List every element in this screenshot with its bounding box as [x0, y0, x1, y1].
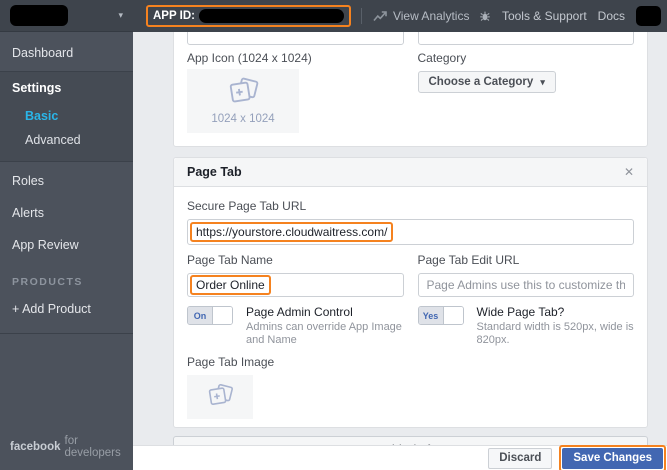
- sidebar-products-header: PRODUCTS: [0, 261, 133, 293]
- footer-action-bar: Discard Save Changes: [133, 445, 667, 470]
- topbar-divider: [361, 8, 362, 24]
- edit-url-column: Page Tab Edit URL: [418, 253, 635, 297]
- app-id-label: APP ID:: [153, 10, 195, 22]
- discard-button[interactable]: Discard: [488, 448, 552, 469]
- page-tab-image-upload[interactable]: [187, 375, 253, 419]
- sidebar-item-settings-basic[interactable]: Basic: [0, 104, 133, 128]
- analytics-trend-icon: [373, 11, 387, 22]
- annotation-secure-url: https://yourstore.cloudwaitress.com/: [190, 222, 393, 242]
- sidebar-nav: Dashboard Settings Basic Advanced Roles …: [0, 32, 133, 425]
- topbar: APP ID: View Analytics Tools & Suppo: [133, 0, 667, 32]
- toggle-on-label: On: [188, 307, 212, 324]
- category-label: Category: [418, 51, 635, 65]
- close-icon[interactable]: ✕: [624, 166, 634, 178]
- choose-category-button[interactable]: Choose a Category ▾: [418, 71, 556, 93]
- page-tab-name-value: Order Online: [196, 278, 265, 292]
- bug-icon: [479, 10, 491, 22]
- page-tab-name-input[interactable]: Order Online: [187, 273, 404, 297]
- caret-down-icon: ▾: [540, 78, 545, 87]
- settings-content[interactable]: App Icon (1024 x 1024) 1024 x 1024: [133, 32, 667, 445]
- sidebar-item-dashboard[interactable]: Dashboard: [0, 37, 133, 69]
- app-window: ▾ Dashboard Settings Basic Advanced Role…: [0, 0, 667, 470]
- page-admin-control-label: Page Admin Control: [246, 305, 404, 319]
- annotation-save-changes: Save Changes: [559, 445, 666, 470]
- secure-url-label: Secure Page Tab URL: [187, 199, 634, 213]
- page-admin-control-row: On Page Admin Control Admins can overrid…: [187, 305, 404, 347]
- sidebar-divider: [0, 333, 133, 334]
- wide-page-tab-description: Standard width is 520px, wide is 820px.: [477, 321, 635, 347]
- app-icon-upload[interactable]: 1024 x 1024: [187, 69, 299, 133]
- page-tab-header: Page Tab ✕: [174, 158, 647, 187]
- save-changes-button[interactable]: Save Changes: [562, 448, 663, 469]
- toggle-knob: [443, 307, 463, 324]
- tools-support-link[interactable]: Tools & Support: [502, 9, 587, 23]
- facebook-wordmark: facebook: [10, 441, 61, 453]
- clipped-inputs-row: [187, 32, 634, 45]
- toggle-yes-label: Yes: [419, 307, 443, 324]
- choose-category-label: Choose a Category: [429, 76, 534, 88]
- wide-page-tab-toggle[interactable]: Yes: [418, 306, 464, 325]
- sidebar-item-settings[interactable]: Settings: [0, 72, 133, 104]
- edit-url-input[interactable]: [418, 273, 635, 297]
- app-id-redacted: [199, 9, 344, 23]
- annotation-app-id: APP ID:: [146, 5, 351, 27]
- app-icon-size-text: 1024 x 1024: [211, 113, 274, 125]
- annotation-page-tab-name: Order Online: [190, 275, 271, 295]
- sidebar-item-roles[interactable]: Roles: [0, 165, 133, 197]
- photo-stack-icon: [204, 383, 236, 411]
- page-tab-name-label: Page Tab Name: [187, 253, 404, 267]
- sidebar-item-alerts[interactable]: Alerts: [0, 197, 133, 229]
- secure-url-input[interactable]: https://yourstore.cloudwaitress.com/: [187, 219, 634, 245]
- chevron-down-icon[interactable]: ▾: [118, 11, 123, 20]
- wide-page-tab-row: Yes Wide Page Tab? Standard width is 520…: [418, 305, 635, 347]
- photo-stack-icon: [224, 77, 262, 109]
- for-developers-text: for developers: [65, 435, 121, 459]
- sidebar-item-settings-advanced[interactable]: Advanced: [0, 128, 133, 152]
- page-tab-title: Page Tab: [187, 165, 242, 179]
- clipped-text-input-right[interactable]: [418, 32, 635, 45]
- sidebar-settings-group: Settings Basic Advanced: [0, 71, 133, 162]
- clipped-text-input-left[interactable]: [187, 32, 404, 45]
- account-redacted[interactable]: [636, 6, 661, 26]
- sidebar-item-add-product[interactable]: + Add Product: [0, 293, 133, 325]
- page-tab-image-label: Page Tab Image: [187, 355, 634, 369]
- topbar-right: Tools & Support Docs: [479, 6, 661, 26]
- toggle-knob: [212, 307, 232, 324]
- page-tab-panel: Page Tab ✕ Secure Page Tab URL https://y…: [173, 157, 648, 428]
- wide-page-tab-label: Wide Page Tab?: [477, 305, 635, 319]
- add-platform-button[interactable]: + Add Platform: [173, 436, 648, 445]
- docs-link[interactable]: Docs: [598, 9, 625, 23]
- edit-url-label: Page Tab Edit URL: [418, 253, 635, 267]
- app-settings-panel: App Icon (1024 x 1024) 1024 x 1024: [173, 32, 648, 147]
- sidebar-app-selector[interactable]: ▾: [0, 0, 133, 32]
- page-tab-body: Secure Page Tab URL https://yourstore.cl…: [174, 187, 647, 427]
- app-icon-label: App Icon (1024 x 1024): [187, 51, 404, 65]
- app-name-redacted: [10, 5, 68, 26]
- secure-url-value: https://yourstore.cloudwaitress.com/: [196, 225, 387, 239]
- sidebar: ▾ Dashboard Settings Basic Advanced Role…: [0, 0, 133, 470]
- sidebar-item-app-review[interactable]: App Review: [0, 229, 133, 261]
- main-area: APP ID: View Analytics Tools & Suppo: [133, 0, 667, 470]
- category-column: Category Choose a Category ▾: [418, 45, 635, 133]
- view-analytics-link[interactable]: View Analytics: [393, 9, 469, 23]
- developers-logo: facebook for developers: [0, 425, 133, 470]
- page-tab-name-column: Page Tab Name Order Online: [187, 253, 404, 297]
- page-admin-control-toggle[interactable]: On: [187, 306, 233, 325]
- app-icon-column: App Icon (1024 x 1024) 1024 x 1024: [187, 45, 404, 133]
- page-admin-control-description: Admins can override App Image and Name: [246, 321, 404, 347]
